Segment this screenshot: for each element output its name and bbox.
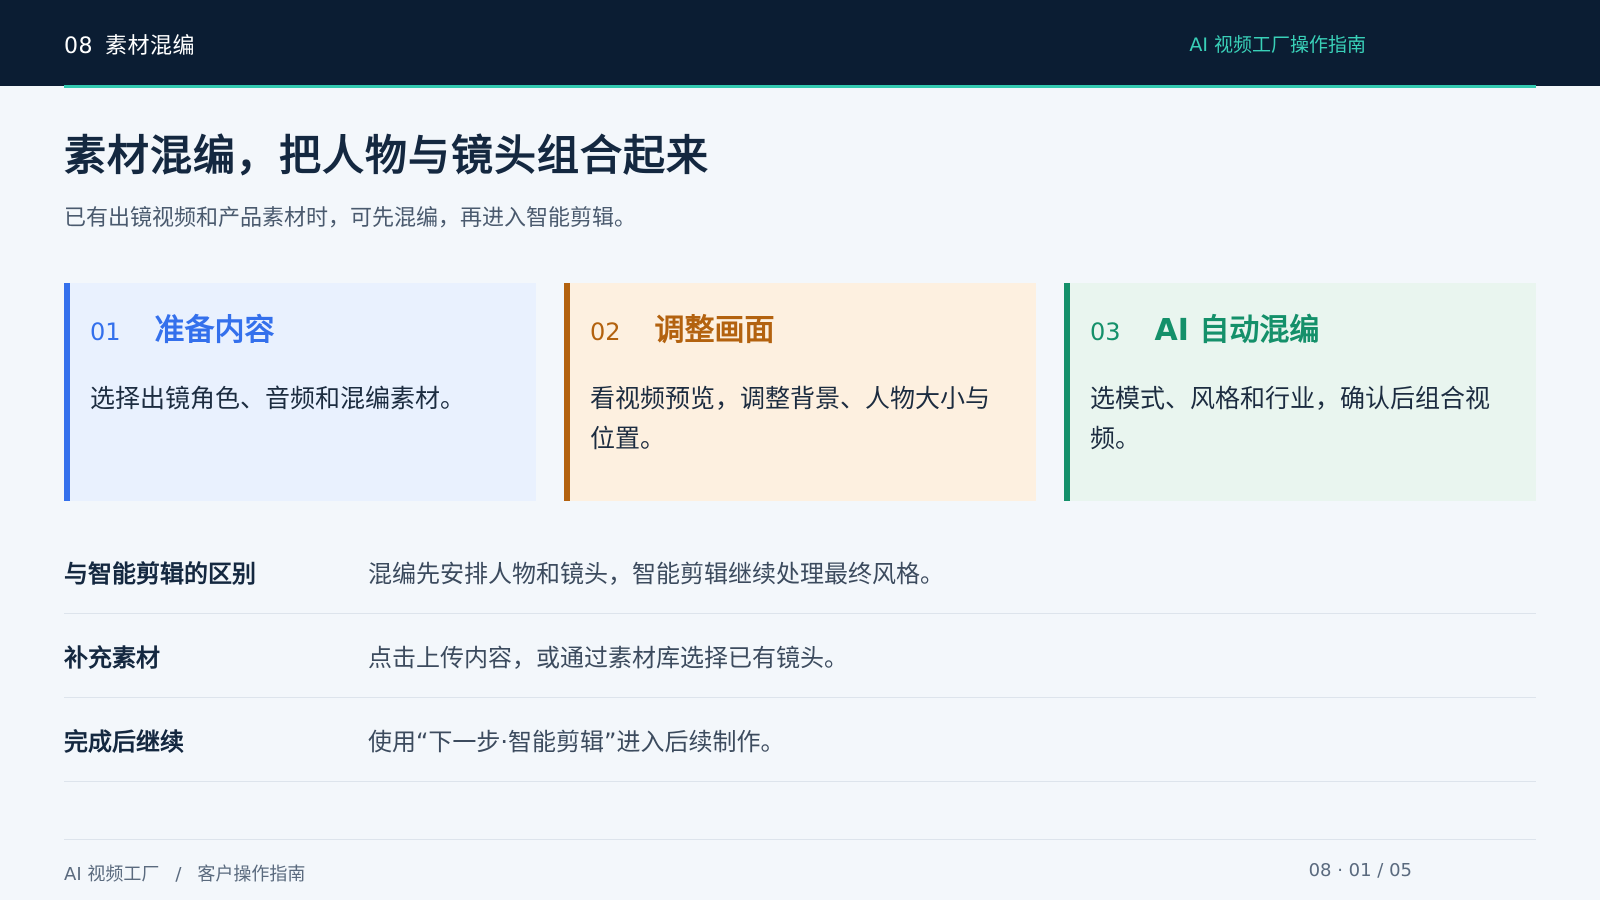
step-title: 调整画面 [654, 313, 775, 348]
page-subtitle: 已有出镜视频和产品素材时，可先混编，再进入智能剪辑。 [64, 206, 637, 231]
step-number: 01 [90, 318, 121, 346]
details-table: 与智能剪辑的区别 混编先安排人物和镜头，智能剪辑继续处理最终风格。 补充素材 点… [64, 530, 1536, 782]
details-value: 点击上传内容，或通过素材库选择已有镜头。 [368, 644, 848, 672]
step-card-accent-bar [564, 283, 570, 501]
details-row: 完成后继续 使用“下一步·智能剪辑”进入后续制作。 [64, 698, 1536, 782]
page-indicator: 08 · 01 / 05 [1308, 860, 1412, 881]
step-card-ai-auto-mix: 03 AI 自动混编 选模式、风格和行业，确认后组合视频。 [1064, 283, 1536, 501]
section-number: 08 [64, 34, 93, 59]
guide-title: AI 视频工厂操作指南 [1189, 34, 1366, 56]
footer-separator: / [175, 864, 182, 885]
step-card-accent-bar [1064, 283, 1070, 501]
footer-breadcrumb: AI 视频工厂 / 客户操作指南 [64, 860, 305, 886]
step-title: AI 自动混编 [1154, 313, 1320, 348]
step-number: 03 [1090, 318, 1121, 346]
section-name: 素材混编 [105, 34, 196, 59]
footer-doc: 客户操作指南 [197, 864, 306, 885]
details-label: 完成后继续 [64, 728, 184, 756]
step-description: 选择出镜角色、音频和混编素材。 [90, 384, 466, 413]
step-card-adjust-frame: 02 调整画面 看视频预览，调整背景、人物大小与位置。 [564, 283, 1036, 501]
top-bar: 08 素材混编 AI 视频工厂操作指南 [0, 0, 1600, 86]
details-label: 与智能剪辑的区别 [64, 560, 256, 588]
details-row: 与智能剪辑的区别 混编先安排人物和镜头，智能剪辑继续处理最终风格。 [64, 530, 1536, 614]
page-title: 素材混编，把人物与镜头组合起来 [64, 131, 710, 180]
step-description: 看视频预览，调整背景、人物大小与位置。 [590, 384, 991, 453]
header-accent-line [64, 85, 1536, 88]
details-value: 使用“下一步·智能剪辑”进入后续制作。 [368, 728, 785, 756]
details-row: 补充素材 点击上传内容，或通过素材库选择已有镜头。 [64, 614, 1536, 698]
details-label: 补充素材 [64, 644, 160, 672]
section-label: 08 素材混编 [64, 28, 195, 60]
step-title: 准备内容 [154, 313, 275, 348]
step-description: 选模式、风格和行业，确认后组合视频。 [1090, 384, 1491, 453]
step-card-accent-bar [64, 283, 70, 501]
footer-product: AI 视频工厂 [64, 864, 160, 885]
footer-divider [64, 839, 1536, 840]
details-value: 混编先安排人物和镜头，智能剪辑继续处理最终风格。 [368, 560, 944, 588]
step-card-prepare-content: 01 准备内容 选择出镜角色、音频和混编素材。 [64, 283, 536, 501]
step-number: 02 [590, 318, 621, 346]
